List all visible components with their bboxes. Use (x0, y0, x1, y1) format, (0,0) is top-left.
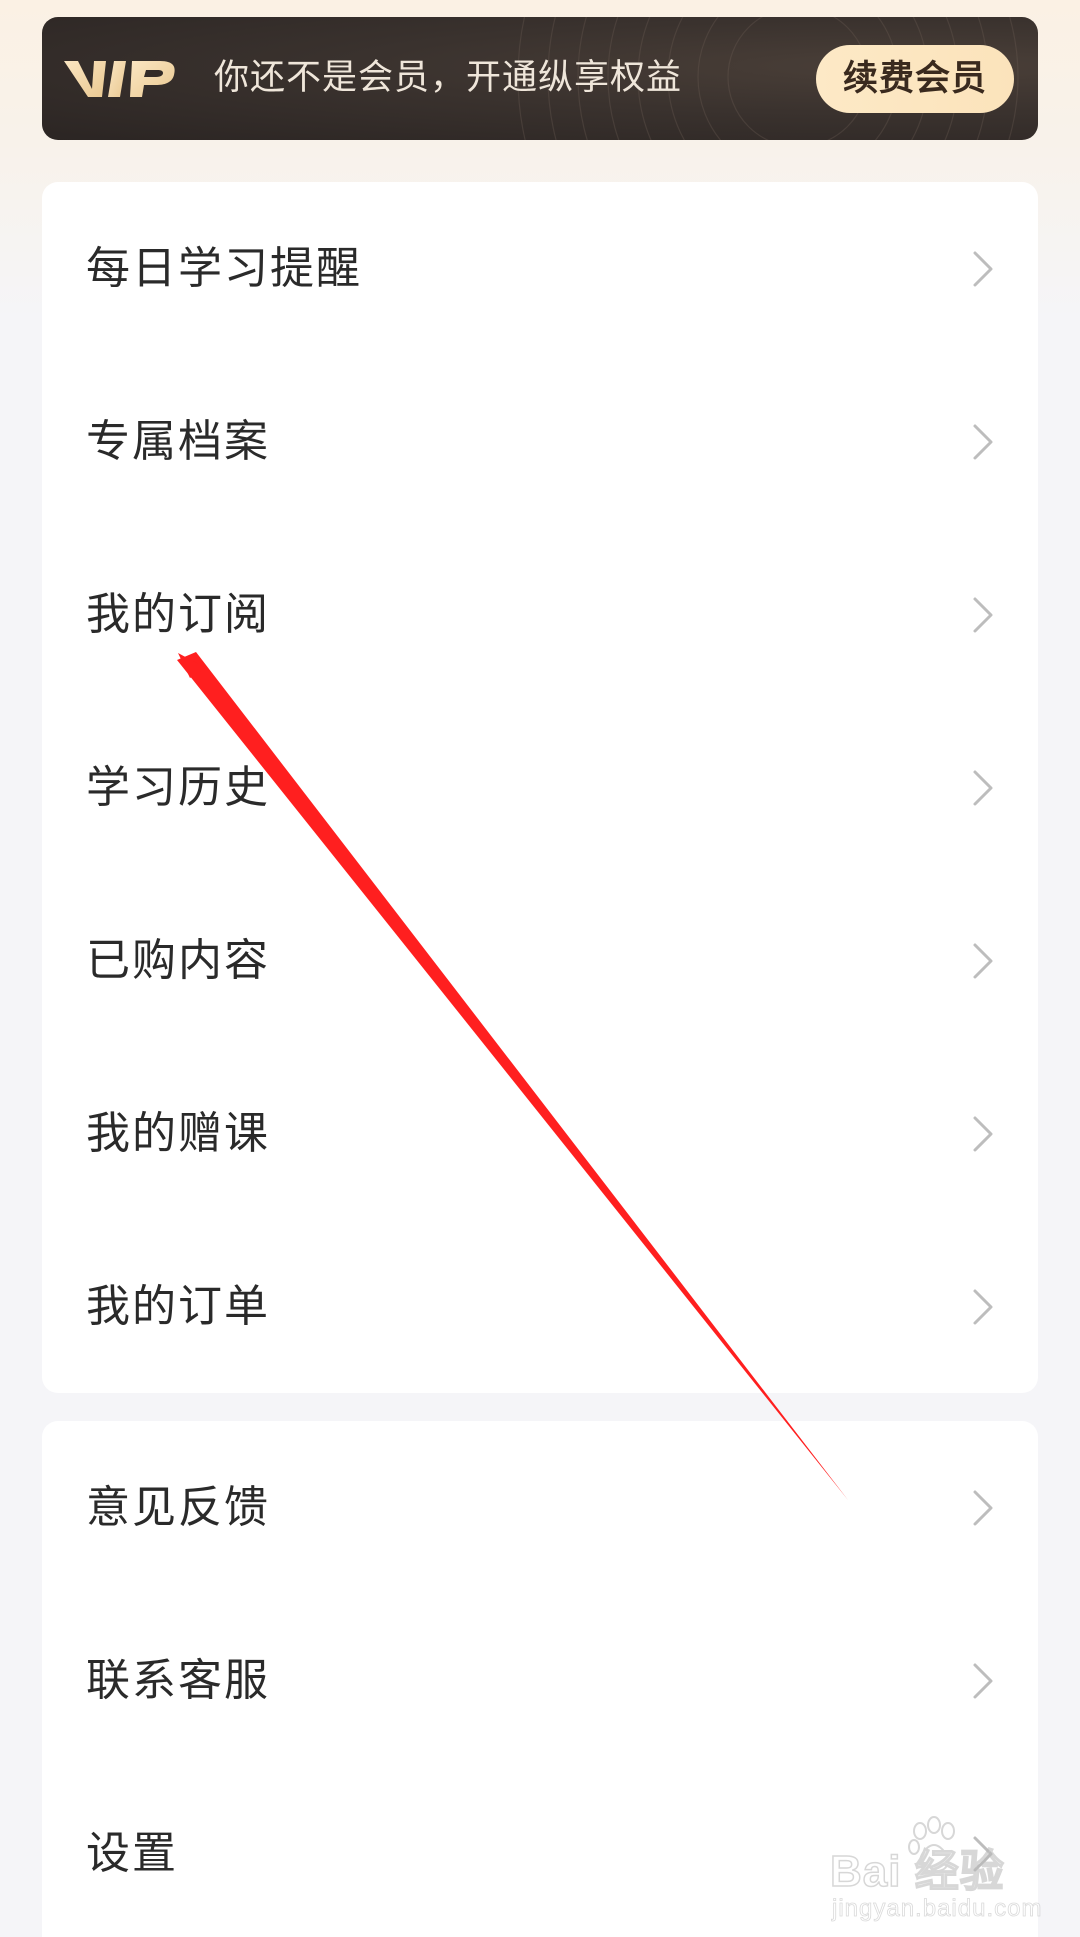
menu-item-label: 设置 (86, 1828, 178, 1879)
watermark-main-text: Bai 经验 (829, 1846, 1005, 1897)
menu-item-customer-service[interactable]: 联系客服 (42, 1594, 1038, 1767)
menu-item-gifted-courses[interactable]: 我的赠课 (42, 1047, 1038, 1220)
menu-item-label: 我的订阅 (86, 589, 270, 640)
menu-item-daily-reminder[interactable]: 每日学习提醒 (42, 182, 1038, 355)
menu-item-feedback[interactable]: 意见反馈 (42, 1421, 1038, 1594)
baidu-jingyan-watermark: Bai 经验 jingyan.baidu.com (820, 1815, 1045, 1923)
chevron-right-icon (973, 1289, 993, 1325)
menu-item-my-orders[interactable]: 我的订单 (42, 1220, 1038, 1393)
renew-membership-button[interactable]: 续费会员 (816, 45, 1014, 113)
chevron-right-icon (973, 597, 993, 633)
chevron-right-icon (973, 1490, 993, 1526)
vip-banner[interactable]: 你还不是会员，开通纵享权益 续费会员 (42, 17, 1038, 140)
vip-message: 你还不是会员，开通纵享权益 (214, 58, 683, 98)
menu-item-label: 我的订单 (86, 1281, 270, 1332)
menu-item-label: 已购内容 (86, 935, 270, 986)
vip-logo-icon (64, 61, 175, 97)
menu-item-label: 每日学习提醒 (86, 243, 362, 294)
chevron-right-icon (973, 770, 993, 806)
chevron-right-icon (973, 943, 993, 979)
menu-item-learning-history[interactable]: 学习历史 (42, 701, 1038, 874)
menu-item-label: 意见反馈 (86, 1482, 270, 1533)
menu-item-label: 我的赠课 (86, 1108, 270, 1159)
menu-item-label: 学习历史 (86, 762, 270, 813)
chevron-right-icon (973, 251, 993, 287)
menu-item-profile-archive[interactable]: 专属档案 (42, 355, 1038, 528)
menu-card-primary: 每日学习提醒 专属档案 我的订阅 学习历史 已购内容 我的赠课 我的订单 (42, 182, 1038, 1393)
menu-item-label: 联系客服 (86, 1655, 270, 1706)
chevron-right-icon (973, 1116, 993, 1152)
watermark-url: jingyan.baidu.com (832, 1895, 1043, 1923)
chevron-right-icon (973, 1663, 993, 1699)
menu-item-purchased-content[interactable]: 已购内容 (42, 874, 1038, 1047)
menu-item-my-subscriptions[interactable]: 我的订阅 (42, 528, 1038, 701)
menu-item-label: 专属档案 (86, 416, 270, 467)
chevron-right-icon (973, 424, 993, 460)
